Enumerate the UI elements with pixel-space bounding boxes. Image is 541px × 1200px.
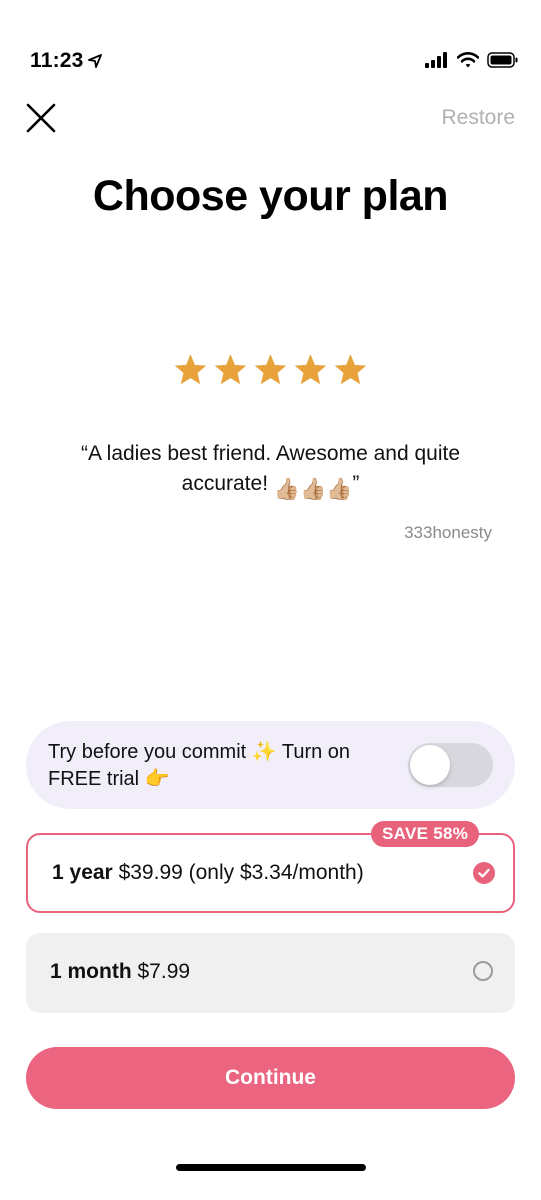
sparkles-icon: ✨ <box>251 741 277 763</box>
plan-price: $39.99 (only $3.34/month) <box>112 861 364 884</box>
free-trial-card: Try before you commit ✨ Turn on FREE tri… <box>26 721 515 809</box>
plan-name: 1 month <box>50 960 132 983</box>
thumbs-up-icon: 👍🏼👍🏼👍🏼 <box>273 478 353 501</box>
wifi-icon <box>457 52 479 68</box>
close-button[interactable] <box>24 101 58 135</box>
check-circle-icon <box>473 862 495 884</box>
review-quote: “A ladies best friend. Awesome and quite… <box>40 439 501 505</box>
free-trial-text: Try before you commit ✨ Turn on FREE tri… <box>48 739 403 793</box>
home-indicator <box>176 1164 366 1171</box>
radio-circle-icon <box>473 961 493 981</box>
pointing-hand-icon: 👉 <box>144 768 170 790</box>
status-bar: 11:23 <box>0 0 541 90</box>
reviewer-name: 333honesty <box>404 523 492 542</box>
save-badge: SAVE 58% <box>371 821 480 847</box>
toggle-knob <box>410 745 450 785</box>
review-quote-text: “A ladies best friend. Awesome and quite… <box>80 442 460 495</box>
star-icon <box>254 354 287 385</box>
battery-icon <box>487 52 518 68</box>
status-time-text: 11:23 <box>30 49 84 72</box>
plan-option-1-month[interactable]: 1 month $7.99 <box>26 933 515 1013</box>
star-icon <box>214 354 247 385</box>
status-icons <box>425 52 519 68</box>
continue-button[interactable]: Continue <box>26 1047 515 1109</box>
review-quote-end: ” <box>352 472 360 495</box>
plan-label-1-month: 1 month $7.99 <box>50 960 190 984</box>
restore-button[interactable]: Restore <box>441 106 515 130</box>
rating-stars <box>0 352 541 388</box>
free-trial-toggle[interactable] <box>408 743 493 787</box>
free-trial-text-part1: Try before you commit <box>48 741 252 763</box>
location-arrow-icon <box>87 54 102 68</box>
signal-icon <box>425 52 447 68</box>
page-title: Choose your plan <box>92 172 449 220</box>
star-icon <box>174 354 207 385</box>
plan-label-1-year: 1 year $39.99 (only $3.34/month) <box>52 861 364 885</box>
plan-name: 1 year <box>52 861 113 884</box>
status-time: 11:23 <box>30 49 102 73</box>
plan-price: $7.99 <box>131 960 191 983</box>
star-icon <box>334 354 367 385</box>
close-icon <box>26 103 56 133</box>
star-icon <box>294 354 327 385</box>
